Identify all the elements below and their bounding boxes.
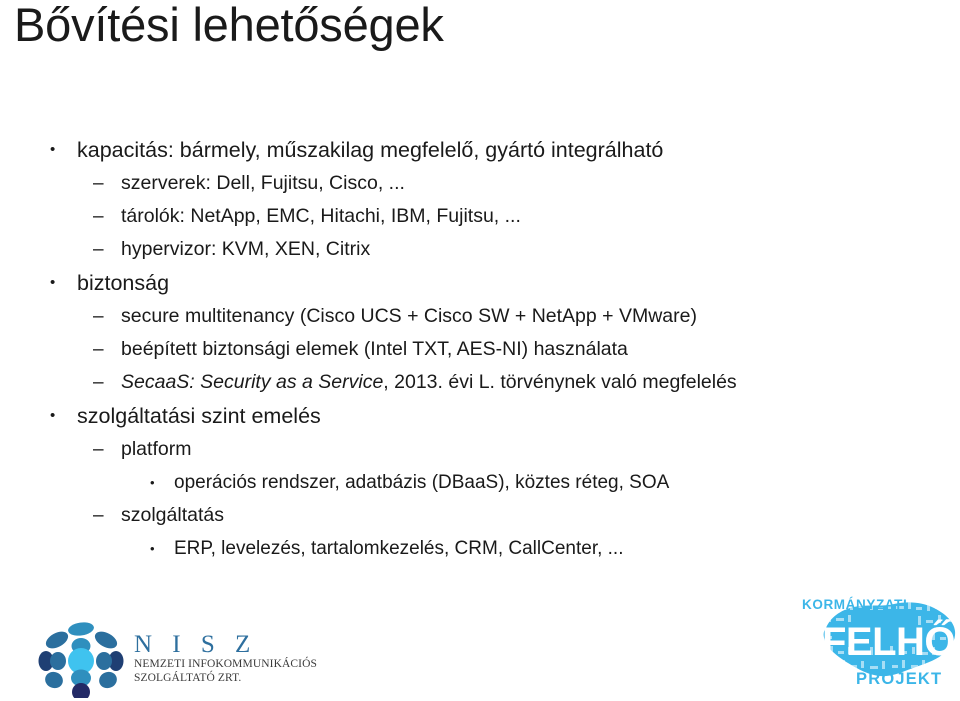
nisz-wordmark: N I S Z NEMZETI INFOKOMMUNIKÁCIÓS SZOLGÁ… xyxy=(134,631,317,685)
bullet-marker: • xyxy=(50,407,56,424)
bullet-text: SecaaS: Security as a Service, 2013. évi… xyxy=(0,366,940,399)
dash-marker: – xyxy=(93,372,104,393)
dash-marker: – xyxy=(93,339,104,360)
nisz-name: N I S Z xyxy=(134,631,258,658)
bullet-line: – szolgáltatás xyxy=(0,499,940,532)
bullet-text: tárolók: NetApp, EMC, Hitachi, IBM, Fuji… xyxy=(121,205,521,227)
bullet-text: platform xyxy=(121,438,192,460)
bullet-line: • operációs rendszer, adatbázis (DBaaS), … xyxy=(0,466,940,499)
dash-marker: – xyxy=(93,206,104,227)
bullet-line: – beépített biztonsági elemek (Intel TXT,… xyxy=(0,333,940,366)
bullet-text: kapacitás: bármely, műszakilag megfelelő… xyxy=(77,138,664,162)
felho-top-text: KORMÁNYZATI xyxy=(802,597,908,612)
bullet-text: secure multitenancy (Cisco UCS + Cisco S… xyxy=(121,305,697,327)
bullet-line: – SecaaS: Security as a Service, 2013. év… xyxy=(0,366,940,399)
nisz-subtitle-line2: SZOLGÁLTATÓ ZRT. xyxy=(134,671,242,684)
bullet-marker: • xyxy=(150,475,155,490)
felho-bottom-text: PROJEKT xyxy=(856,670,943,688)
bullet-text: szolgáltatási szint emelés xyxy=(77,404,321,428)
bullet-marker: • xyxy=(150,541,155,556)
nisz-sphere-icon xyxy=(38,622,124,698)
bullet-text: ERP, levelezés, tartalomkezelés, CRM, Ca… xyxy=(174,538,624,559)
bullet-line: • ERP, levelezés, tartalomkezelés, CRM, C… xyxy=(0,532,940,565)
slide: Bővítési lehetőségek • kapacitás: bármely… xyxy=(0,0,960,701)
bullet-text-emphasis: SecaaS: Security as a Service xyxy=(121,371,384,393)
bullet-marker: • xyxy=(50,274,56,291)
dash-marker: – xyxy=(93,505,104,526)
bullet-text-rest: , 2013. évi L. törvénynek való megfelelé… xyxy=(383,371,737,393)
bullet-text: beépített biztonsági elemek (Intel TXT, … xyxy=(121,338,628,360)
bullet-line: • szolgáltatási szint emelés xyxy=(0,399,940,433)
felho-projekt-logo: KORMÁNYZATI FELHŐ PROJEKT xyxy=(786,592,958,697)
bullet-line: – szerverek: Dell, Fujitsu, Cisco, ... xyxy=(0,167,940,200)
nisz-logo: N I S Z NEMZETI INFOKOMMUNIKÁCIÓS SZOLGÁ… xyxy=(38,618,317,698)
slide-title: Bővítési lehetőségek xyxy=(14,0,444,51)
felho-word: FELHŐ xyxy=(822,620,956,664)
bullet-line: – secure multitenancy (Cisco UCS + Cisco … xyxy=(0,300,940,333)
dash-marker: – xyxy=(93,239,104,260)
bullet-text: hypervizor: KVM, XEN, Citrix xyxy=(121,238,371,260)
bullet-line: – platform xyxy=(0,433,940,466)
bullet-text: szolgáltatás xyxy=(121,504,224,526)
bullet-line: • biztonság xyxy=(0,266,940,300)
bullet-text: biztonság xyxy=(77,271,170,295)
bullet-line: – tárolók: NetApp, EMC, Hitachi, IBM, Fuj… xyxy=(0,200,940,233)
bullet-text: operációs rendszer, adatbázis (DBaaS), k… xyxy=(174,472,670,493)
bullet-line: • kapacitás: bármely, műszakilag megfelel… xyxy=(0,133,940,167)
bullet-text: szerverek: Dell, Fujitsu, Cisco, ... xyxy=(121,172,405,194)
dash-marker: – xyxy=(93,306,104,327)
bullet-marker: • xyxy=(50,141,56,158)
bullet-line: – hypervizor: KVM, XEN, Citrix xyxy=(0,233,940,266)
dash-marker: – xyxy=(93,439,104,460)
nisz-subtitle-line1: NEMZETI INFOKOMMUNIKÁCIÓS xyxy=(134,658,317,670)
bullet-list: • kapacitás: bármely, műszakilag megfelel… xyxy=(0,133,940,565)
dash-marker: – xyxy=(93,173,104,194)
